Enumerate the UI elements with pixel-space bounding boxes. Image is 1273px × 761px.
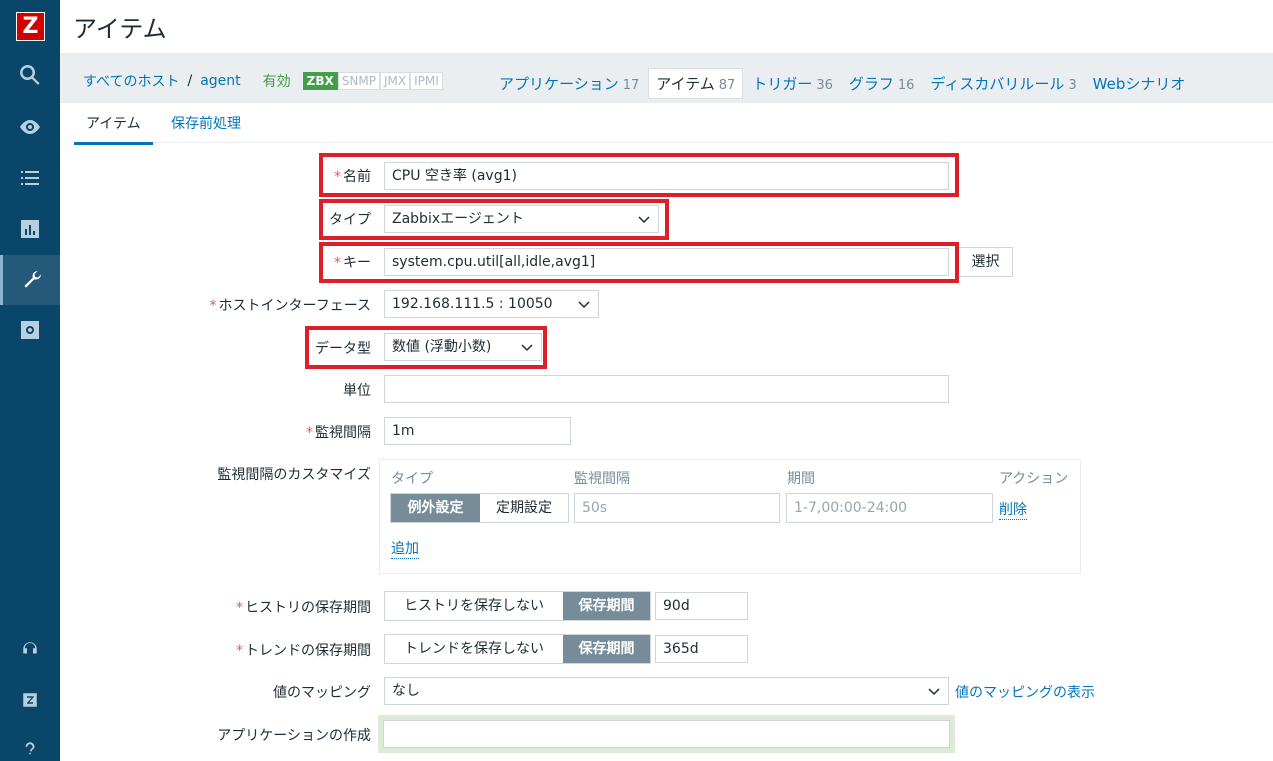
chevron-down-icon <box>928 688 940 696</box>
type-label: タイプ <box>329 212 371 228</box>
trends-mode-toggle[interactable]: トレンドを保存しない 保存期間 <box>384 634 651 664</box>
custom-intervals-label: 監視間隔のカスタマイズ <box>217 467 371 483</box>
key-label: * キー <box>334 255 371 271</box>
key-input[interactable]: system.cpu.util[all,idle,avg1] <box>384 248 949 276</box>
page-header: アイテム <box>60 0 1273 52</box>
type-select[interactable]: Zabbixエージェント <box>384 205 659 233</box>
list-icon[interactable] <box>0 153 60 203</box>
trends-no-keep-option[interactable]: トレンドを保存しない <box>385 635 563 663</box>
host-interface-select[interactable]: 192.168.111.5 : 10050 <box>384 290 599 318</box>
col-interval-header: 監視間隔 <box>574 471 630 487</box>
jmx-tag: JMX <box>379 72 411 90</box>
tab-web-scenarios[interactable]: Webシナリオ <box>1086 69 1193 98</box>
tab-applications[interactable]: アプリケーション 17 <box>492 69 646 98</box>
breadcrumb-separator: / <box>187 73 193 89</box>
trends-period-input[interactable]: 365d <box>655 635 748 663</box>
history-period-input[interactable]: 90d <box>655 592 748 620</box>
interval-label: * 監視間隔 <box>306 425 371 441</box>
trends-label: * トレンドの保存期間 <box>236 643 371 659</box>
all-hosts-link[interactable]: すべてのホスト <box>83 71 179 91</box>
name-label: * 名前 <box>334 169 371 185</box>
data-type-label: データ型 <box>315 341 371 357</box>
history-no-keep-option[interactable]: ヒストリを保存しない <box>385 592 563 620</box>
flexible-option[interactable]: 例外設定 <box>391 494 480 522</box>
units-label: 単位 <box>343 383 371 399</box>
form-tabs: アイテム 保存前処理 <box>74 104 1273 145</box>
col-type-header: タイプ <box>391 471 433 487</box>
name-input[interactable]: CPU 空き率 (avg1) <box>384 162 949 190</box>
select-key-button[interactable]: 選択 <box>958 247 1013 277</box>
host-interface-label: * ホストインターフェース <box>209 298 371 314</box>
scheduling-option[interactable]: 定期設定 <box>480 494 568 522</box>
tab-graphs[interactable]: グラフ 16 <box>842 69 922 98</box>
tab-preprocessing[interactable]: 保存前処理 <box>171 113 241 133</box>
trends-storage-option[interactable]: 保存期間 <box>563 635 650 663</box>
tab-item[interactable]: アイテム <box>74 113 153 145</box>
help-icon[interactable] <box>0 724 60 761</box>
data-type-select[interactable]: 数値 (浮動小数) <box>384 333 542 361</box>
history-mode-toggle[interactable]: ヒストリを保存しない 保存期間 <box>384 591 651 621</box>
history-label: * ヒストリの保存期間 <box>236 600 371 616</box>
interval-input[interactable]: 1m <box>384 417 571 445</box>
tab-triggers[interactable]: トリガー 36 <box>745 69 840 98</box>
host-tabs: アプリケーション 17 アイテム 87 トリガー 36 グラフ 16 ディスカバリルール… <box>492 68 1194 99</box>
snmp-tag: SNMP <box>337 72 380 90</box>
chevron-down-icon <box>578 301 590 309</box>
eye-icon[interactable] <box>0 102 60 152</box>
custom-period-input[interactable]: 1-7,00:00-24:00 <box>786 493 993 523</box>
host-link[interactable]: agent <box>200 73 240 89</box>
sidebar: Z <box>0 0 60 761</box>
add-interval-link[interactable]: 追加 <box>391 538 419 559</box>
col-period-header: 期間 <box>787 471 815 487</box>
headset-icon[interactable] <box>0 624 60 674</box>
zabbix-share-icon[interactable] <box>0 675 60 725</box>
remove-interval-link[interactable]: 削除 <box>999 499 1027 520</box>
new-application-label: アプリケーションの作成 <box>217 728 371 744</box>
wrench-icon[interactable] <box>0 255 60 305</box>
valuemap-label: 値のマッピング <box>273 685 371 701</box>
tab-discovery-rules[interactable]: ディスカバリルール 3 <box>923 69 1083 98</box>
chevron-down-icon <box>638 216 650 224</box>
bar-chart-icon[interactable] <box>0 204 60 254</box>
zabbix-logo[interactable]: Z <box>16 12 45 41</box>
new-application-input[interactable] <box>383 720 950 748</box>
tab-items[interactable]: アイテム 87 <box>648 68 744 99</box>
breadcrumb: すべてのホスト / agent 有効 ZBX SNMP JMX IPMI <box>83 71 443 91</box>
units-input[interactable] <box>384 375 949 403</box>
history-storage-option[interactable]: 保存期間 <box>563 592 650 620</box>
ipmi-tag: IPMI <box>410 72 443 90</box>
search-icon[interactable] <box>0 50 60 100</box>
chevron-down-icon <box>521 344 533 352</box>
interval-type-toggle[interactable]: 例外設定 定期設定 <box>390 493 569 523</box>
show-valuemap-link[interactable]: 値のマッピングの表示 <box>955 682 1095 702</box>
custom-interval-input[interactable]: 50s <box>574 493 780 523</box>
host-status[interactable]: 有効 <box>263 71 291 91</box>
valuemap-select[interactable]: なし <box>384 677 949 705</box>
col-action-header: アクション <box>999 471 1069 487</box>
availability-tags: ZBX SNMP JMX IPMI <box>302 72 443 90</box>
host-navigation: すべてのホスト / agent 有効 ZBX SNMP JMX IPMI アプリ… <box>60 53 1273 103</box>
page-title: アイテム <box>73 15 167 43</box>
zbx-tag: ZBX <box>302 72 338 90</box>
gear-icon[interactable] <box>0 305 60 355</box>
